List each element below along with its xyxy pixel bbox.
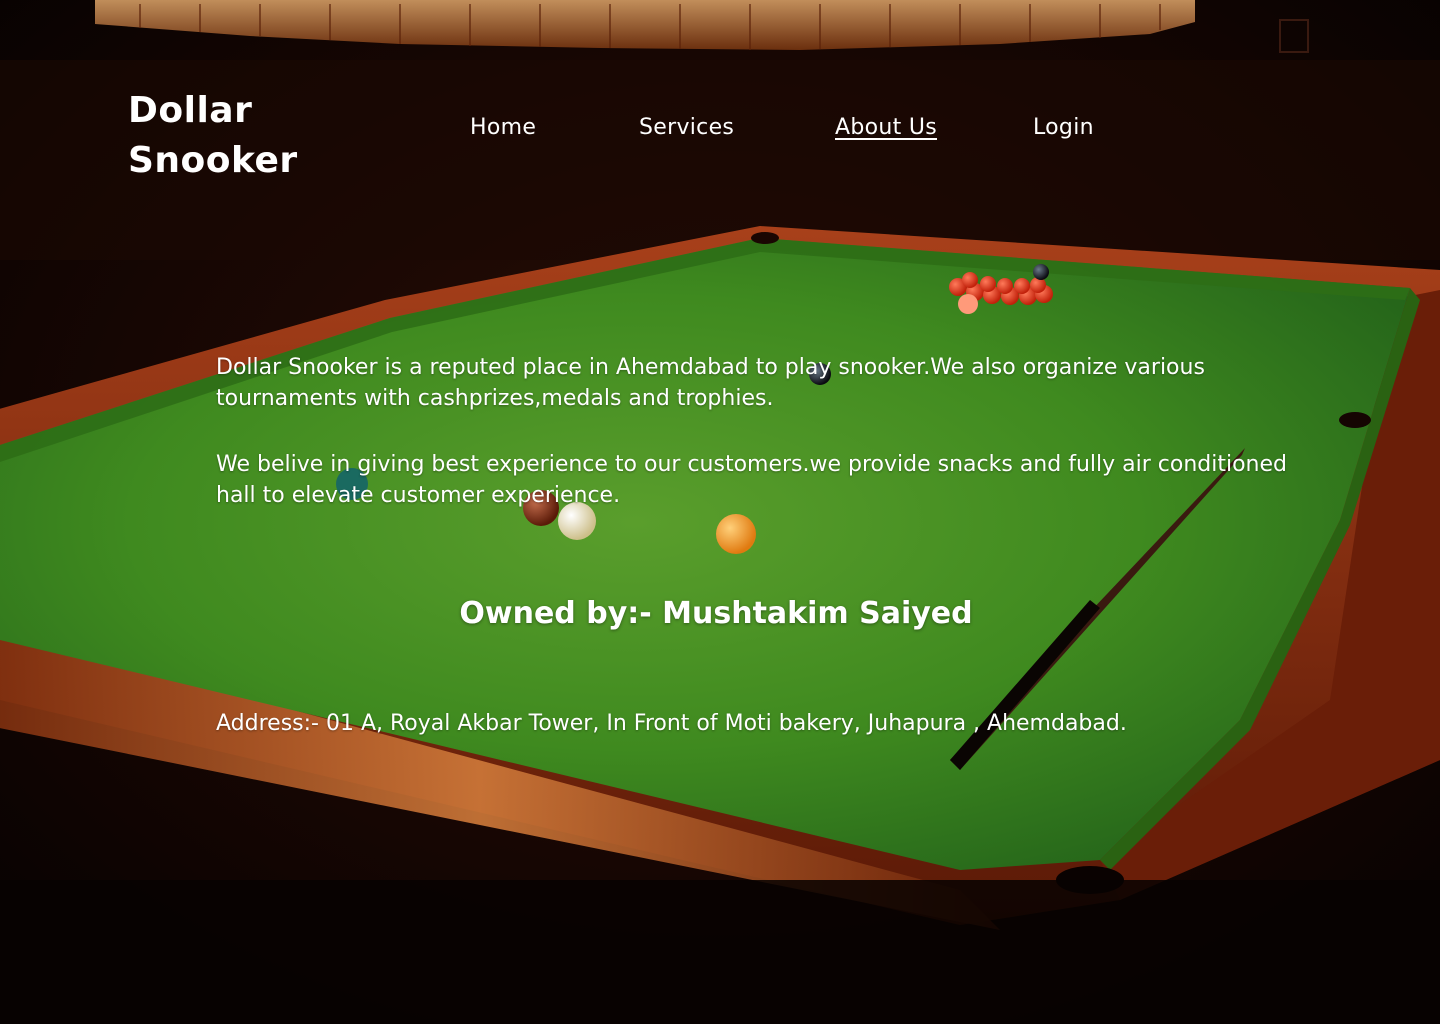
main-nav: Home Services About Us Login — [0, 113, 1440, 143]
nav-login-link[interactable]: Login — [1033, 113, 1094, 143]
nav-about-us-link[interactable]: About Us — [835, 113, 937, 143]
owner-heading: Owned by:- Mushtakim Saiyed — [459, 596, 973, 631]
nav-services-link[interactable]: Services — [639, 113, 734, 143]
nav-home-link[interactable]: Home — [470, 113, 536, 143]
about-paragraph-2: We belive in giving best experience to o… — [216, 452, 1287, 508]
about-paragraph-1: Dollar Snooker is a reputed place in Ahe… — [216, 355, 1205, 411]
address-text: Address:- 01 A, Royal Akbar Tower, In Fr… — [216, 711, 1127, 736]
logo-line-2: Snooker — [128, 140, 298, 181]
